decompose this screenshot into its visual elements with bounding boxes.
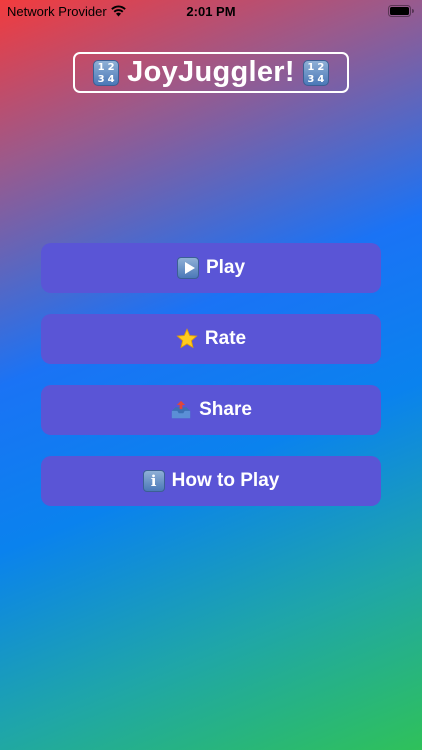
how-to-play-button[interactable]: i How to Play	[41, 456, 381, 506]
info-icon: i	[142, 470, 165, 492]
icon-digit: 4	[317, 73, 325, 85]
icon-digit: 1	[97, 61, 105, 73]
play-button-label: Play	[205, 257, 246, 278]
app-title: JoyJuggler!	[127, 56, 295, 88]
play-icon	[176, 257, 199, 279]
how-to-play-button-label: How to Play	[171, 470, 280, 491]
input-numbers-icon: 1 2 3 4	[302, 59, 329, 86]
share-button[interactable]: Share	[41, 385, 381, 435]
rate-button[interactable]: Rate	[41, 314, 381, 364]
icon-digit: 3	[307, 73, 315, 85]
icon-digit: 3	[97, 73, 105, 85]
outbox-tray-icon	[171, 400, 191, 419]
icon-digit: 2	[317, 61, 325, 73]
icon-digit: 2	[107, 61, 115, 73]
battery-icon	[388, 5, 414, 17]
rate-button-label: Rate	[204, 328, 247, 349]
input-numbers-icon: 1 2 3 4	[93, 59, 120, 86]
main-menu: Play Rate Share i How to Play	[41, 243, 381, 527]
icon-digit: 4	[107, 73, 115, 85]
play-button[interactable]: Play	[41, 243, 381, 293]
star-icon	[176, 328, 198, 349]
icon-digit: 1	[307, 61, 315, 73]
clock: 2:01 PM	[186, 4, 236, 19]
app-title-badge: 1 2 3 4 JoyJuggler! 1 2 3 4	[73, 52, 349, 93]
share-button-label: Share	[199, 399, 252, 420]
status-bar: Network Provider 2:01 PM	[0, 0, 422, 22]
